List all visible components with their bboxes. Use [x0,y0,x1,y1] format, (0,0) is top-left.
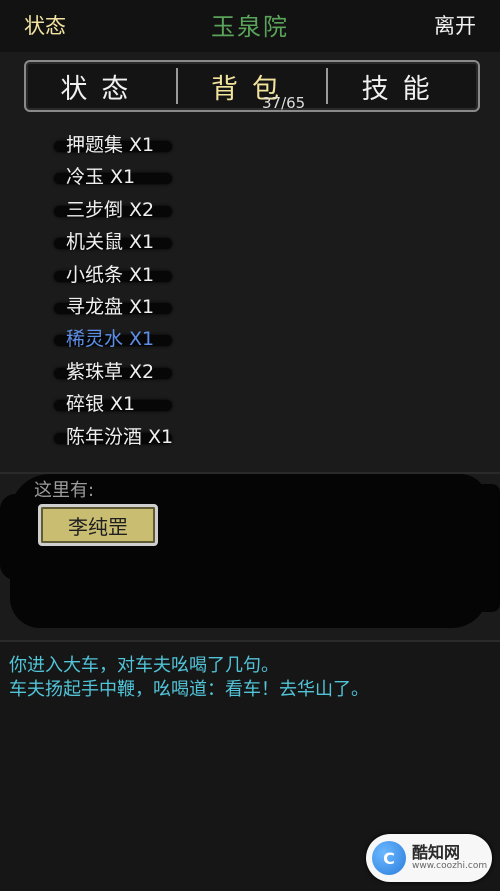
inventory-item-label: 押题集 X1 [66,134,155,156]
inventory-item-label: 小纸条 X1 [66,263,155,286]
location-title: 玉泉院 [211,13,289,41]
inventory-item-label: 陈年汾酒 X1 [66,425,174,448]
inventory-item[interactable]: 紫珠草 X2 [54,356,474,388]
watermark-name: 酷知网 [412,842,461,862]
inventory-item[interactable]: 小纸条 X1 [54,259,474,291]
watermark-text: 酷知网 www.coozhi.com [412,842,488,871]
log-line: 你进入大车，对车夫吆喝了几句。 [9,655,279,676]
inventory-list: 押题集 X1 冷玉 X1 三步倒 X2 机关鼠 X1 小纸条 X1 寻龙盘 X1… [54,129,474,453]
inventory-panel: 状态 背包 技能 37/65 押题集 X1 冷玉 X1 三步倒 X2 机关鼠 X… [0,52,500,474]
watermark-url: www.coozhi.com [412,860,488,871]
inventory-item[interactable]: 陈年汾酒 X1 [54,421,474,453]
tab-bar: 状态 背包 技能 [24,60,480,112]
inventory-item-label: 寻龙盘 X1 [66,295,155,318]
inventory-item[interactable]: 寻龙盘 X1 [54,291,474,323]
bag-capacity-count: 37/65 [262,94,306,112]
inventory-item[interactable]: 押题集 X1 [54,129,474,161]
inventory-item-selected[interactable]: 稀灵水 X1 [54,323,474,355]
inventory-item-label: 三步倒 X2 [66,198,155,221]
tab-status[interactable]: 状态 [26,62,177,110]
inventory-item-label: 冷玉 X1 [66,166,136,189]
watermark-badge: C 酷知网 www.coozhi.com [366,834,492,882]
leave-button[interactable]: 离开 [434,10,476,40]
ink-brush-decoration [456,484,500,612]
log-line: 车夫扬起手中鞭，吆喝道：看车！去华山了。 [9,679,369,700]
inventory-item-label: 紫珠草 X2 [66,360,155,383]
tab-skills[interactable]: 技能 [326,62,478,110]
watermark-logo-icon: C [372,841,406,875]
inventory-item-label: 机关鼠 X1 [66,231,155,254]
inventory-item[interactable]: 碎银 X1 [54,388,474,420]
location-occupants-area: 这里有: 李纯罡 [0,474,500,640]
npc-button[interactable]: 李纯罡 [38,504,158,546]
ink-brush-decoration [0,494,42,580]
inventory-item-label: 碎银 X1 [66,393,136,416]
top-bar: 状态 玉泉院 离开 [0,0,500,52]
inventory-item[interactable]: 三步倒 X2 [54,194,474,226]
inventory-item-label: 稀灵水 X1 [66,328,155,351]
inventory-item[interactable]: 冷玉 X1 [54,161,474,193]
inventory-item[interactable]: 机关鼠 X1 [54,226,474,258]
here-label: 这里有: [34,480,95,501]
message-log: 你进入大车，对车夫吆喝了几句。 车夫扬起手中鞭，吆喝道：看车！去华山了。 C 酷… [0,640,500,891]
